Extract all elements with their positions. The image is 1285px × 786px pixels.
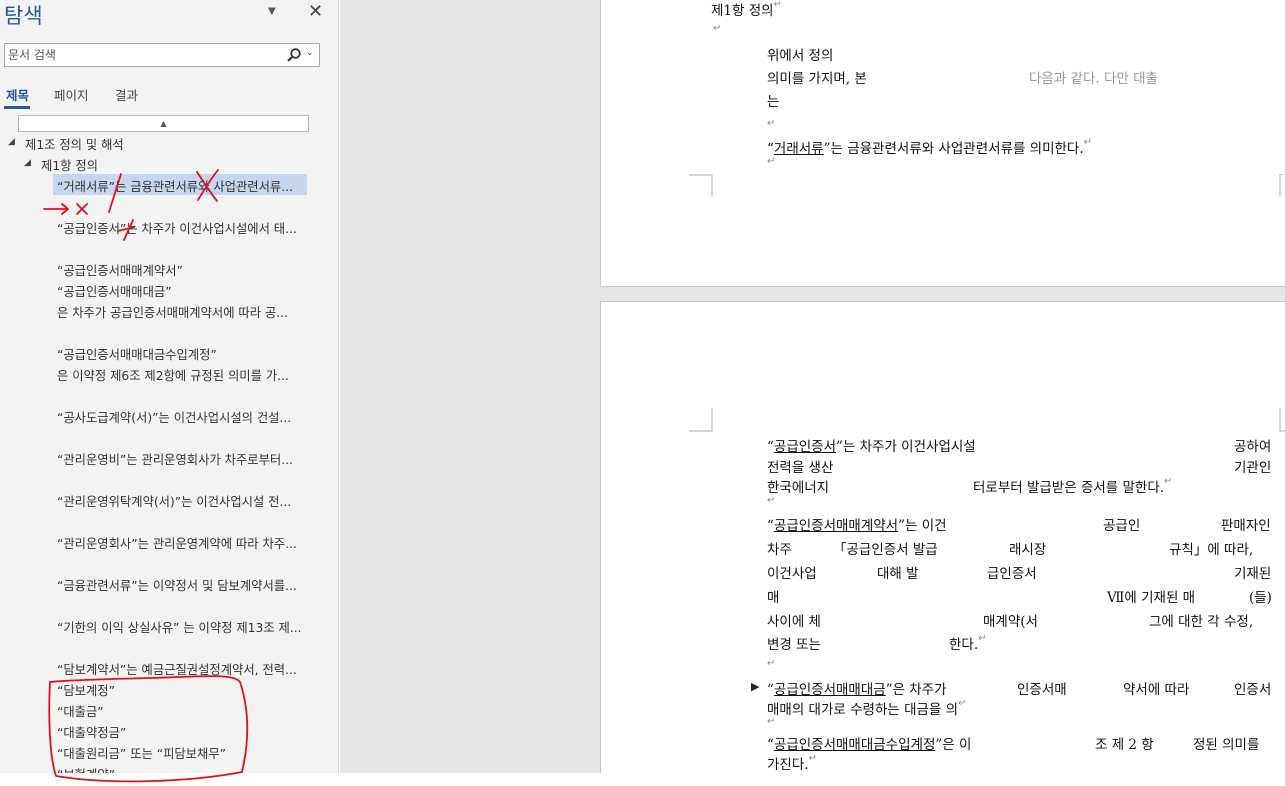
body-text-line: (들) [1249, 590, 1272, 606]
tree-item[interactable]: “관리운영회사”는 관리운영계약에 따라 차주... [57, 534, 297, 552]
navigation-pane: 탐색 ▼ ✕ ⌄ 제목 페이지 결과 ▲ ◢ 제1조 정의 및 해석 ◢ 제1항… [0, 0, 339, 782]
tree-item[interactable]: “대출원리금” 또는 “피담보채무” [57, 744, 226, 762]
paragraph-mark: ↵ [767, 156, 776, 167]
body-text-line: 인증서 [1234, 682, 1272, 698]
document-page[interactable]: 제1항 정의 ↵ ↵ 위에서 정의 의미를 가지며, 본 다음과 같다. 다만 대… [600, 0, 1285, 287]
tree-item[interactable]: “거래서류”는 금융관련서류와 사업관련서류... [57, 177, 293, 195]
body-text-line: 공하여 [1234, 439, 1272, 455]
tree-item[interactable]: “담보계약서”는 예금근질권설정계약서, 전력... [57, 660, 297, 678]
body-text-line: 매 [767, 590, 780, 606]
body-text-line: “공급인증서”는 차주가 이건사업시설 [767, 439, 976, 455]
body-text-line: 기관인 [1234, 460, 1272, 476]
body-text-line: 위에서 정의 [767, 48, 834, 64]
search-box[interactable]: ⌄ [4, 43, 320, 67]
document-page[interactable]: “공급인증서”는 차주가 이건사업시설 공하여 전력을 생산 기관인 한국에너지… [600, 301, 1285, 781]
body-text-line: 기재된 [1234, 566, 1272, 582]
body-text-line: “공급인증서매매대금수입계정”은 이 [767, 737, 972, 753]
body-text-line: 대해 발 [877, 566, 919, 582]
tree-item[interactable]: “공급인증서”는 차주가 이건사업시설에서 태... [57, 219, 297, 237]
tree-heading-article-1[interactable]: 제1조 정의 및 해석 [25, 135, 124, 153]
body-text-line: 규칙」에 따라, [1169, 542, 1254, 558]
body-text-line: 가진다. ↵ [767, 753, 817, 773]
tree-item[interactable]: “기한의 이익 상실사유” 는 이약정 제13조 제... [57, 618, 302, 636]
body-text-line: 정된 의미를 [1193, 737, 1260, 753]
tab-pages[interactable]: 페이지 [54, 85, 89, 104]
body-text-line: 「공급인증서 발급 [833, 542, 938, 558]
body-text-line: 는 [767, 94, 780, 110]
tree-item[interactable]: “관리운영위탁계약(서)”는 이건사업시설 전... [57, 492, 291, 510]
navigation-title: 탐색 [4, 4, 43, 28]
body-text-line: 한다. ↵ [949, 633, 987, 653]
tree-item[interactable]: “대출약정금” [57, 723, 126, 741]
document-canvas[interactable]: 제1항 정의 ↵ ↵ 위에서 정의 의미를 가지며, 본 다음과 같다. 다만 대… [340, 0, 1285, 786]
paragraph-mark: ↵ [767, 495, 776, 506]
tab-headings[interactable]: 제목 [6, 85, 29, 104]
tree-item[interactable]: 은 이약정 제6조 제2항에 규정된 의미를 가... [57, 366, 289, 384]
body-text-line: 공급인 [1103, 518, 1141, 534]
tab-results[interactable]: 결과 [115, 85, 138, 104]
search-icon[interactable] [286, 47, 302, 63]
body-text-line: 한국에너지 [767, 480, 830, 496]
body-text-line: 조 제 2 항 [1095, 737, 1154, 753]
body-text-line: 터로부터 발급받은 증서를 말한다. ↵ [973, 476, 1173, 496]
tree-heading-clause-1[interactable]: 제1항 정의 [41, 156, 98, 174]
body-text-line: 급인증서 [987, 566, 1037, 582]
body-text-line: 판매자인 [1221, 518, 1271, 534]
search-options-chevron-icon[interactable]: ⌄ [306, 48, 314, 58]
tree-item[interactable]: “관리운영비”는 관리운영회사가 차주로부터... [57, 450, 293, 468]
search-input[interactable] [8, 47, 278, 63]
tree-item[interactable]: “공급인증서매매계약서” [57, 261, 183, 279]
bottom-whitespace [0, 773, 1285, 786]
tree-item[interactable]: “공급인증서매매대금” [57, 282, 172, 300]
body-text-line: 약서에 따라 [1123, 682, 1190, 698]
body-text-line: 차주 [767, 542, 792, 558]
body-text-line: Ⅶ에 기재된 매 [1107, 590, 1196, 606]
clause-heading: 제1항 정의 ↵ [711, 0, 782, 19]
margin-crop-mark [689, 174, 713, 196]
margin-crop-mark [1279, 174, 1285, 196]
pane-options-dropdown-icon[interactable]: ▼ [268, 6, 276, 17]
body-text-line: 변경 또는 [767, 637, 821, 653]
tree-item[interactable]: 은 차주가 공급인증서매매계약서에 따라 공... [57, 303, 288, 321]
definition-paragraph: “거래서류”는 금융관련서류와 사업관련서류를 의미한다. ↵ [767, 137, 1093, 157]
expand-triangle-icon[interactable]: ◢ [24, 158, 31, 168]
body-text-line: 그에 대한 각 수정, [1149, 614, 1254, 630]
tree-item[interactable]: “공급인증서매매대금수입계정” [57, 345, 217, 363]
tree-item[interactable]: “담보계정” [57, 681, 115, 699]
body-text-line: 다음과 같다. 다만 대출 [1029, 71, 1158, 87]
body-text-line: 이건사업 [767, 566, 817, 582]
active-tab-indicator [4, 106, 30, 109]
paragraph-mark: ↵ [767, 118, 776, 129]
body-text-line: 전력을 생산 [767, 460, 834, 476]
expand-triangle-icon[interactable]: ◢ [8, 137, 15, 147]
body-text-line: 사이에 체 [767, 614, 821, 630]
tree-item[interactable]: “금융관련서류”는 이약정서 및 담보계약서를... [57, 576, 297, 594]
paragraph-mark: ↵ [767, 658, 776, 669]
body-text-line: 인증서매 [1017, 682, 1067, 698]
body-text-line: 매계약(서 [983, 614, 1038, 630]
body-text-line: “공급인증서매매대금”은 차주가 [767, 682, 947, 698]
margin-crop-mark [689, 408, 713, 432]
margin-crop-mark [1279, 408, 1285, 432]
paragraph-mark: ↵ [767, 716, 776, 727]
scroll-up-button[interactable]: ▲ [18, 115, 309, 132]
paragraph-mark: ↵ [713, 23, 722, 34]
tree-item[interactable]: “공사도급계약(서)”는 이건사업시설의 건설... [57, 408, 291, 426]
body-text-line: 래시장 [1009, 542, 1047, 558]
body-text-line: 의미를 가지며, 본 [767, 71, 867, 87]
close-pane-button[interactable]: ✕ [308, 1, 323, 22]
collapse-heading-arrow-icon[interactable]: ▶ [751, 680, 759, 693]
body-text-line: 매매의 대가로 수령하는 대금을 의 ↵ [767, 698, 967, 718]
tree-item[interactable]: “대출금” [57, 702, 104, 720]
body-text-line: “공급인증서매매계약서”는 이건 [767, 518, 947, 534]
